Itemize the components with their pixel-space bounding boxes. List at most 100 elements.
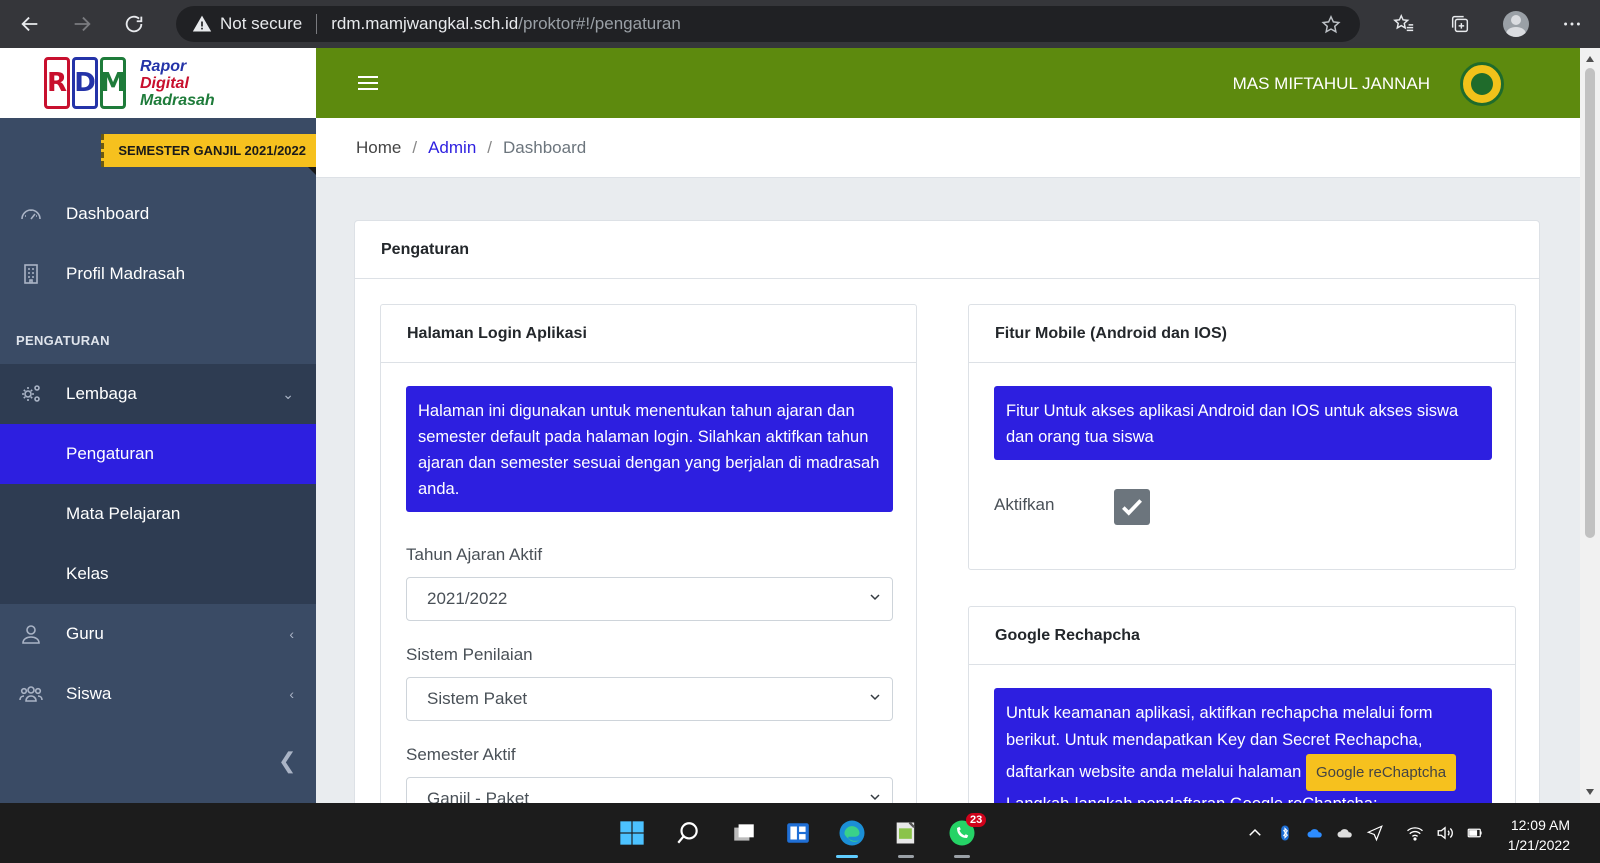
chevron-left-icon: ‹: [289, 626, 294, 642]
sistem-penilaian-value: Sistem Paket: [427, 689, 528, 708]
semester-area: SEMESTER GANJIL 2021/2022: [0, 118, 316, 184]
semester-aktif-select[interactable]: Ganjil - Paket: [406, 777, 893, 803]
sidebar-item-pengaturan[interactable]: Pengaturan: [0, 424, 316, 484]
breadcrumb-current: Dashboard: [503, 137, 587, 157]
page-scrollbar[interactable]: [1580, 48, 1600, 803]
breadcrumb-home[interactable]: Home: [356, 138, 401, 158]
sistem-penilaian-select[interactable]: Sistem Paket: [406, 677, 893, 721]
onedrive-icon[interactable]: [1300, 821, 1330, 845]
favorites-button[interactable]: [1376, 0, 1432, 48]
widgets-icon: [787, 823, 809, 843]
sidebar-collapse-icon[interactable]: ❮: [278, 748, 296, 774]
reload-button[interactable]: [112, 4, 156, 44]
building-icon: [18, 261, 44, 287]
favorites-icon: [1393, 13, 1414, 32]
send-icon[interactable]: [1360, 821, 1390, 845]
sidebar-item-siswa[interactable]: Siswa ‹: [0, 664, 316, 724]
search-icon: [677, 822, 698, 844]
windows-taskbar: 23 12:09 AM 1/21/2022: [0, 803, 1600, 863]
sidebar-item-kelas[interactable]: Kelas: [0, 544, 316, 604]
profile-button[interactable]: [1488, 0, 1544, 48]
sidebar-item-label: Guru: [66, 624, 104, 643]
logo-letter-r: R: [44, 57, 70, 109]
user-name[interactable]: MAS MIFTAHUL JANNAH: [1233, 74, 1430, 94]
login-card-title: Halaman Login Aplikasi: [381, 305, 916, 363]
widgets-button[interactable]: [782, 817, 814, 849]
mobile-info-alert: Fitur Untuk akses aplikasi Android dan I…: [994, 386, 1492, 460]
search-button[interactable]: [672, 817, 704, 849]
chevron-down-icon: [870, 594, 880, 601]
tahun-ajaran-label: Tahun Ajaran Aktif: [406, 545, 543, 564]
gears-icon: [18, 381, 44, 407]
url-text[interactable]: rdm.mamjwangkal.sch.id/proktor#!/pengatu…: [331, 14, 681, 34]
semester-aktif-label: Semester Aktif: [406, 745, 516, 764]
sidebar-item-profil-madrasah[interactable]: Profil Madrasah: [0, 244, 316, 304]
notes-taskbar-button[interactable]: [890, 817, 922, 849]
security-indicator[interactable]: Not secure: [192, 14, 302, 34]
settings-menu-button[interactable]: [1544, 0, 1600, 48]
edge-active-indicator: [836, 855, 858, 858]
scrollbar-thumb[interactable]: [1585, 68, 1595, 538]
arrow-left-icon: [21, 16, 38, 32]
chevron-down-icon: [870, 794, 880, 801]
clock-date: 1/21/2022: [1507, 837, 1570, 853]
clock-time: 12:09 AM: [1510, 817, 1570, 833]
battery-icon[interactable]: [1460, 821, 1490, 845]
profile-avatar-icon: [1503, 11, 1529, 37]
recaptcha-steps-text: Langkah-langkah pendaftaran Google reCha…: [1006, 791, 1480, 803]
bluetooth-icon[interactable]: [1270, 821, 1300, 845]
back-button[interactable]: [8, 4, 52, 44]
mobile-enable-checkbox[interactable]: [1114, 489, 1150, 525]
edge-taskbar-button[interactable]: [836, 817, 868, 849]
task-view-icon: [734, 824, 754, 841]
security-label: Not secure: [220, 14, 303, 33]
browser-toolbar: Not secure rdm.mamjwangkal.sch.id/prokto…: [0, 0, 1600, 48]
more-icon: [1564, 22, 1580, 26]
tray-expand-icon[interactable]: [1240, 821, 1270, 845]
sidebar-item-label: Profil Madrasah: [66, 264, 186, 283]
sidebar-item-dashboard[interactable]: Dashboard: [0, 184, 316, 244]
windows-icon: [620, 821, 644, 845]
sidebar-item-guru[interactable]: Guru ‹: [0, 604, 316, 664]
breadcrumb-separator: /: [487, 137, 493, 157]
sidebar-item-label: Siswa: [66, 684, 112, 703]
madrasah-logo-icon[interactable]: [1460, 62, 1504, 106]
system-tray: [1240, 803, 1490, 863]
collections-button[interactable]: [1432, 0, 1488, 48]
topbar: MAS MIFTAHUL JANNAH: [316, 48, 1580, 118]
url-path: /proktor#!/pengaturan: [518, 14, 681, 33]
address-divider: [316, 14, 318, 34]
task-view-button[interactable]: [728, 817, 760, 849]
tahun-ajaran-select[interactable]: 2021/2022: [406, 577, 893, 621]
rdm-logo: R D M: [44, 57, 126, 109]
breadcrumb-admin[interactable]: Admin: [428, 138, 476, 158]
scroll-down-icon[interactable]: [1586, 789, 1594, 795]
mobile-card-title: Fitur Mobile (Android dan IOS): [969, 305, 1515, 363]
sidebar-item-lembaga[interactable]: Lembaga ⌄: [0, 364, 316, 424]
dashboard-icon: [18, 201, 44, 227]
cloud-icon[interactable]: [1330, 821, 1360, 845]
start-button[interactable]: [616, 817, 648, 849]
taskbar-clock[interactable]: 12:09 AM 1/21/2022: [1508, 815, 1570, 855]
login-info-alert: Halaman ini digunakan untuk menentukan t…: [406, 386, 893, 512]
menu-toggle-icon[interactable]: [358, 72, 378, 94]
scroll-up-icon[interactable]: [1586, 56, 1594, 62]
wifi-icon[interactable]: [1400, 821, 1430, 845]
brand-line-2: Digital: [140, 74, 189, 92]
google-recaptcha-button[interactable]: Google reChaptcha: [1305, 754, 1457, 791]
address-bar[interactable]: Not secure rdm.mamjwangkal.sch.id/prokto…: [176, 6, 1360, 42]
recaptcha-card: Google Rechapcha Untuk keamanan aplikasi…: [968, 606, 1516, 803]
forward-button[interactable]: [60, 4, 104, 44]
reload-icon: [125, 15, 143, 33]
collections-icon: [1451, 15, 1469, 33]
notes-running-indicator: [898, 855, 914, 858]
chevron-left-icon: ‹: [289, 686, 294, 702]
aktifkan-label: Aktifkan: [994, 495, 1055, 514]
breadcrumb: Home / Admin / Dashboard: [316, 118, 1580, 178]
breadcrumb-separator: /: [412, 137, 418, 157]
sidebar-item-mata-pelajaran[interactable]: Mata Pelajaran: [0, 484, 316, 544]
brand[interactable]: R D M Rapor Digital Madrasah: [0, 48, 316, 118]
volume-icon[interactable]: [1430, 821, 1460, 845]
add-favorite-icon[interactable]: [1320, 14, 1342, 36]
logo-letter-m: M: [100, 57, 126, 109]
